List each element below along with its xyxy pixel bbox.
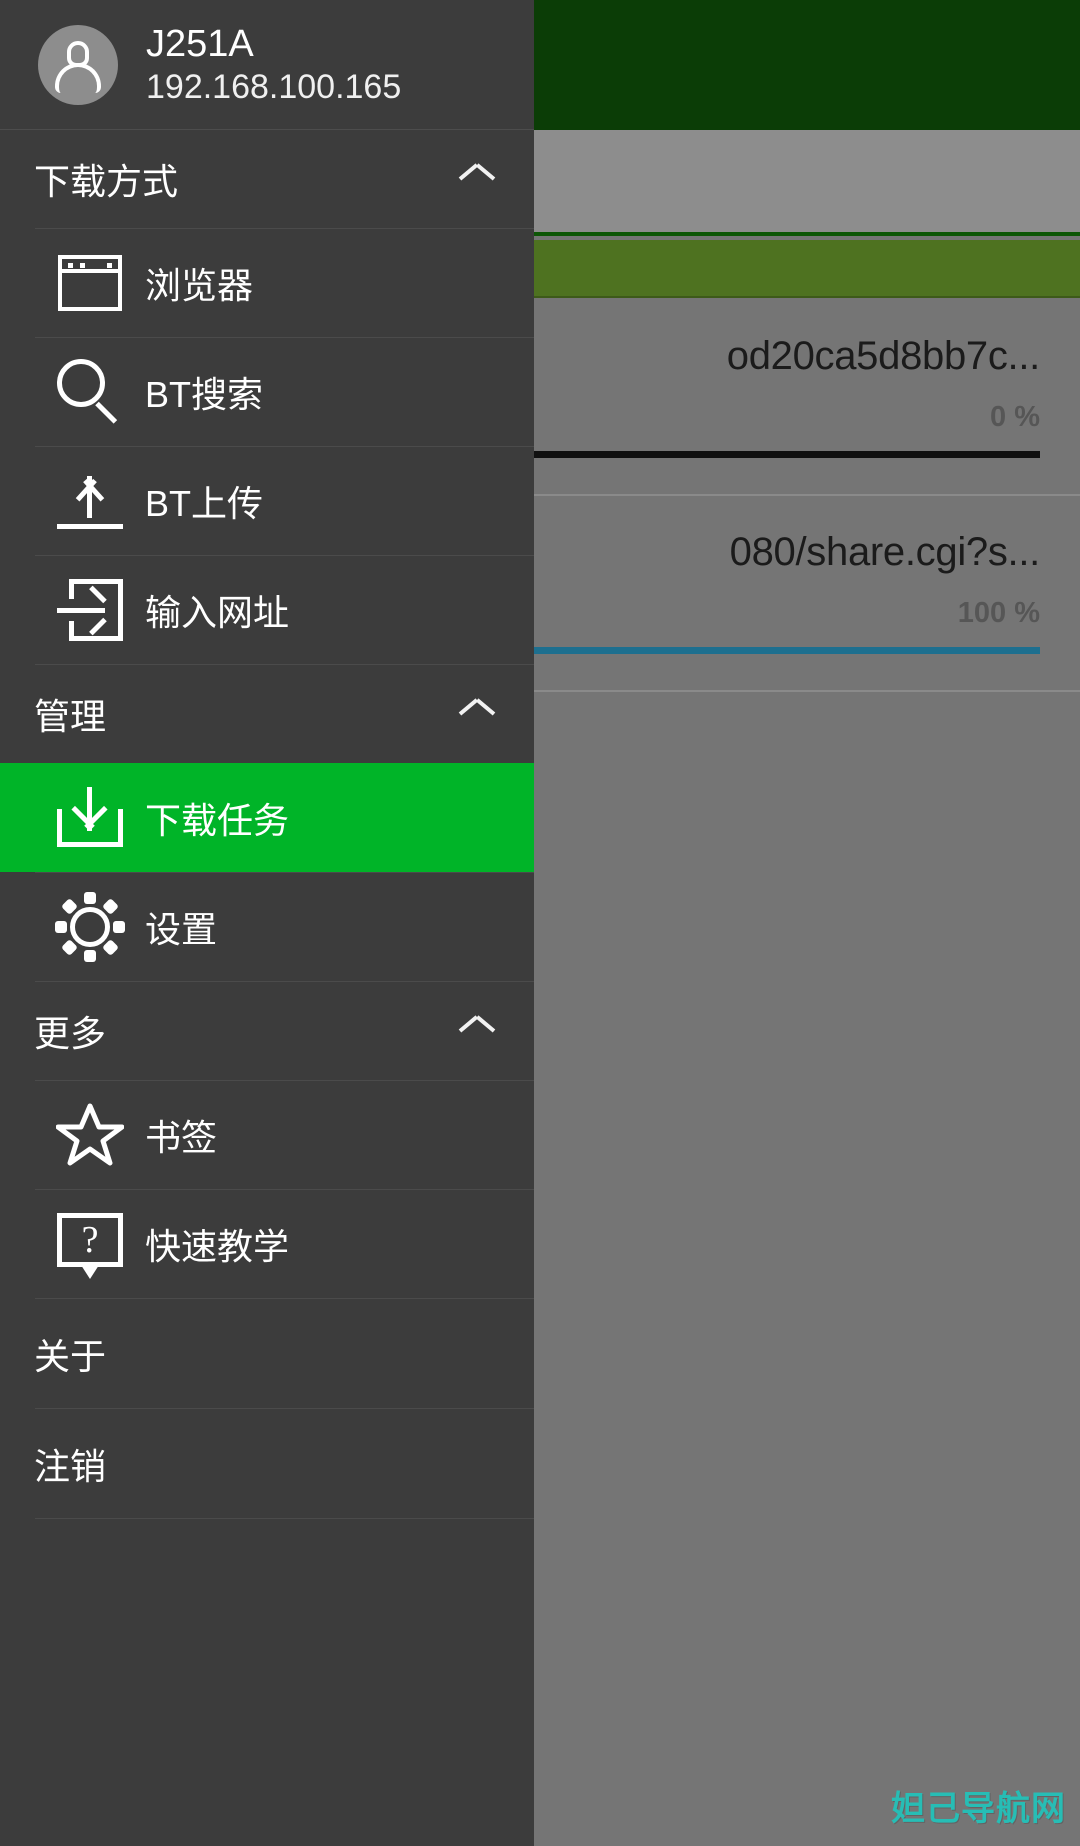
star-icon xyxy=(35,1103,145,1167)
help-question-icon: ? xyxy=(35,1213,145,1279)
chevron-up-icon[interactable] xyxy=(460,704,494,724)
enter-url-icon xyxy=(35,579,145,641)
divider xyxy=(35,1518,534,1519)
section-header-more[interactable]: 更多 xyxy=(0,982,534,1080)
section-title: 下载方式 xyxy=(34,161,179,202)
sidebar-item-enter-url[interactable]: 输入网址 xyxy=(35,555,534,664)
task-progress-bar xyxy=(534,451,1040,458)
account-name: J251A xyxy=(146,22,254,65)
sidebar-item-label: 浏览器 xyxy=(145,265,254,306)
sidebar-item-label: 下载任务 xyxy=(145,799,290,841)
section-title: 管理 xyxy=(34,696,107,737)
sidebar-item-quick-tutorial[interactable]: ? 快速教学 xyxy=(35,1189,534,1298)
person-avatar-icon xyxy=(38,24,118,105)
task-progress-bar xyxy=(534,647,1040,654)
sidebar-item-about[interactable]: 关于 xyxy=(0,1299,534,1408)
section-header-download-method[interactable]: 下载方式 xyxy=(0,130,534,228)
search-icon xyxy=(35,359,145,425)
upload-arrow-icon xyxy=(35,470,145,532)
sidebar-item-browser[interactable]: 浏览器 xyxy=(35,228,534,337)
download-tray-icon xyxy=(35,786,145,849)
sidebar-item-label: 设置 xyxy=(145,909,218,950)
screen-root: Download HappyGet2 xyxy=(0,0,1080,1846)
sidebar-item-settings[interactable]: 设置 xyxy=(35,872,534,981)
sidebar-item-logout[interactable]: 注销 xyxy=(0,1409,534,1518)
sidebar-item-bookmarks[interactable]: 书签 xyxy=(35,1080,534,1189)
sidebar-item-label: 输入网址 xyxy=(145,592,290,633)
sidebar-item-label: BT上传 xyxy=(145,483,264,524)
sidebar-item-bt-search[interactable]: BT搜索 xyxy=(35,337,534,446)
navigation-drawer: J251A 192.168.100.165 下载方式 浏览器 BT搜索 BT上传… xyxy=(0,0,534,1846)
section-header-management[interactable]: 管理 xyxy=(0,665,534,763)
section-title: 更多 xyxy=(34,1013,107,1054)
site-watermark: 妲己导航网 xyxy=(891,1789,1066,1829)
sidebar-item-label: 书签 xyxy=(145,1117,218,1158)
browser-window-icon xyxy=(35,255,145,311)
toolbar-icon-group xyxy=(533,130,1080,232)
sidebar-item-label: 关于 xyxy=(34,1335,107,1377)
app-bar-tabs: Download HappyGet2 xyxy=(533,0,1080,130)
sidebar-item-label: 快速教学 xyxy=(145,1226,290,1267)
account-ip: 192.168.100.165 xyxy=(146,67,402,106)
sidebar-item-label: 注销 xyxy=(34,1445,107,1487)
chevron-up-icon[interactable] xyxy=(460,1021,494,1041)
chevron-up-icon[interactable] xyxy=(460,169,494,189)
sidebar-item-bt-upload[interactable]: BT上传 xyxy=(35,446,534,555)
sidebar-item-label: BT搜索 xyxy=(145,374,264,415)
sidebar-item-download-tasks[interactable]: 下载任务 xyxy=(0,763,534,872)
account-text: J251A 192.168.100.165 xyxy=(146,22,402,106)
drawer-account-header[interactable]: J251A 192.168.100.165 xyxy=(0,0,534,130)
gear-icon xyxy=(35,892,145,962)
